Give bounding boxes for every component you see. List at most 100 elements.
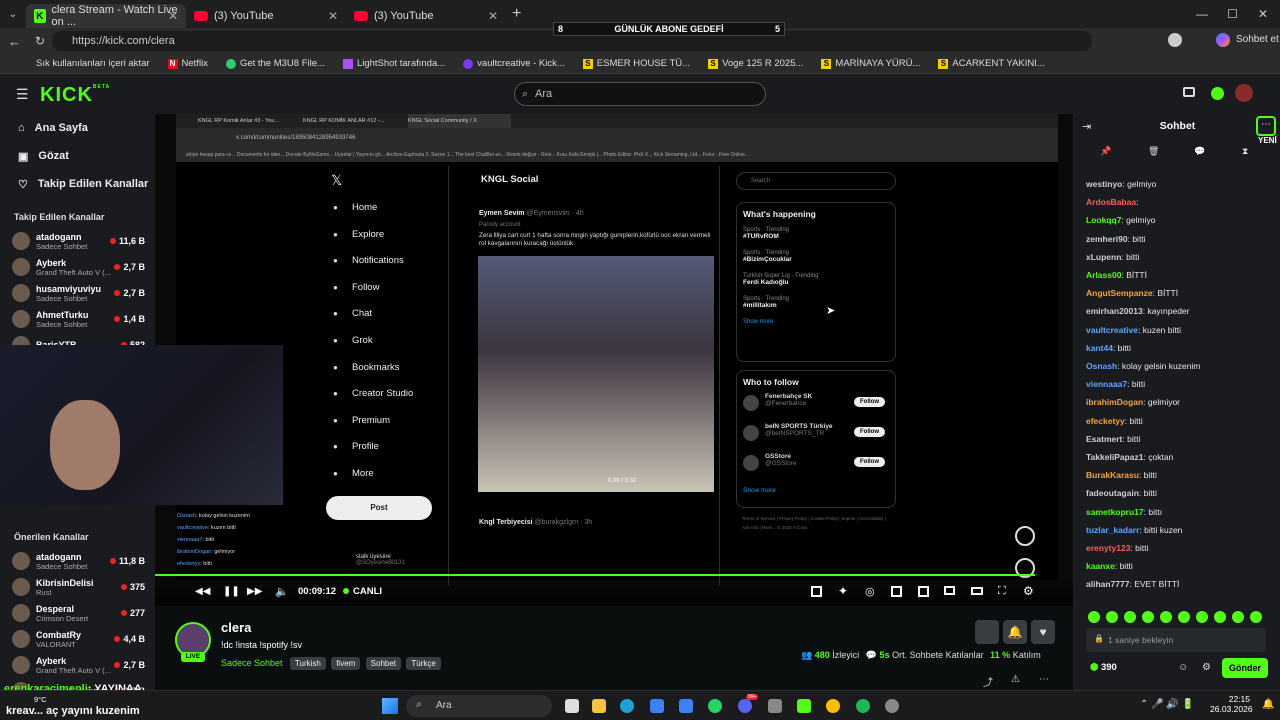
emote-icon[interactable] bbox=[1250, 611, 1262, 623]
clip-icon[interactable] bbox=[1183, 87, 1195, 97]
chat-username[interactable]: vaultcreative bbox=[1086, 325, 1138, 335]
minimize-icon[interactable]: — bbox=[1196, 7, 1208, 21]
whatsapp-icon[interactable] bbox=[708, 699, 722, 713]
chat-username[interactable]: ibrahimDogan bbox=[1086, 397, 1143, 407]
bookmark-acarkent[interactable]: S ACARKENT YAKINI... bbox=[938, 58, 1045, 69]
settings-icon[interactable]: ⚙ bbox=[1023, 584, 1034, 598]
channel-item[interactable]: Ayberk Grand Theft Auto V (... 2,7 B bbox=[0, 652, 155, 678]
channel-item[interactable]: atadogann Sadece Sohbet 11,6 B bbox=[0, 228, 155, 254]
chat-username[interactable]: tuzlar_kadarr bbox=[1086, 525, 1139, 535]
close-icon[interactable]: ✕ bbox=[168, 9, 178, 23]
chat-username[interactable]: BurakKarasu bbox=[1086, 470, 1139, 480]
trash-icon[interactable]: 🗑 bbox=[1148, 146, 1159, 157]
mail-icon[interactable] bbox=[679, 699, 693, 713]
layout-icon[interactable] bbox=[891, 586, 902, 597]
edge-icon[interactable] bbox=[620, 699, 634, 713]
channel-item[interactable]: Desperal Crimson Desert 277 bbox=[0, 600, 155, 626]
channel-item[interactable]: husamviyuviyu Sadece Sohbet 2,7 B bbox=[0, 280, 155, 306]
bookmark-lightshot[interactable]: LightShot tarafında... bbox=[342, 58, 445, 69]
settings-app-icon[interactable] bbox=[885, 699, 899, 713]
bookmark-m3u8[interactable]: Get the M3U8 File... bbox=[225, 58, 325, 69]
hourglass-icon[interactable]: ⧗ bbox=[1242, 146, 1248, 157]
channel-item[interactable]: CombatRy VALORANT 4,4 B bbox=[0, 626, 155, 652]
task-view-icon[interactable] bbox=[565, 699, 579, 713]
share-button[interactable] bbox=[975, 620, 999, 644]
tag-turkish[interactable]: Turkish bbox=[289, 657, 326, 670]
emote-icon[interactable] bbox=[1196, 611, 1208, 623]
kick-logo[interactable]: KICKBETA bbox=[40, 84, 110, 107]
emote-icon[interactable] bbox=[1232, 611, 1244, 623]
chat-username[interactable]: xLupenn bbox=[1086, 252, 1121, 262]
chat-username[interactable]: Lookqq7 bbox=[1086, 215, 1121, 225]
chat-username[interactable]: alihan7777 bbox=[1086, 579, 1129, 589]
chrome-icon[interactable] bbox=[826, 699, 840, 713]
video-player[interactable]: KNGL RP Komik Anlar #3 - You... KNGL RP … bbox=[155, 114, 1073, 606]
fullscreen-icon[interactable]: ⛶ bbox=[998, 585, 1006, 598]
chat-username[interactable]: Arlass00 bbox=[1086, 270, 1121, 280]
notifications-icon[interactable]: 🔔 bbox=[1262, 699, 1274, 710]
pause-icon[interactable]: ❚❚ bbox=[223, 586, 240, 597]
kick-search-input[interactable]: ⌕ Ara bbox=[514, 82, 766, 106]
browser-tab-kick[interactable]: Kclera Stream - Watch Live on ... ✕ bbox=[26, 4, 186, 28]
maximize-icon[interactable]: ☐ bbox=[1227, 7, 1238, 21]
spotify-icon[interactable] bbox=[856, 699, 870, 713]
channel-item[interactable]: KibrisinDelisi Rust 375 bbox=[0, 574, 155, 600]
back-icon[interactable]: ← bbox=[8, 34, 21, 49]
chat-username[interactable]: zemheri90 bbox=[1086, 234, 1128, 244]
chat-username[interactable]: AngutSempanze bbox=[1086, 288, 1153, 298]
refresh-icon[interactable]: ↻ bbox=[35, 34, 45, 48]
chat-input[interactable]: 🔒 1 saniye bekleyin bbox=[1086, 628, 1266, 652]
follow-heart-button[interactable]: ♥ bbox=[1031, 620, 1055, 644]
chat-username[interactable]: westinyo bbox=[1086, 179, 1122, 189]
theater-icon[interactable] bbox=[971, 587, 983, 595]
points-display[interactable]: ⬢ 390 bbox=[1090, 662, 1117, 673]
tag-sohbet[interactable]: Sohbet bbox=[365, 657, 402, 670]
chat-username[interactable]: TakkeliPapaz1 bbox=[1086, 452, 1144, 462]
nav-browse[interactable]: ▣ Gözat bbox=[0, 142, 155, 170]
chat-username[interactable]: Esatmert bbox=[1086, 434, 1122, 444]
forward-icon[interactable]: ▶▶ bbox=[247, 586, 262, 597]
cast-icon[interactable] bbox=[944, 586, 955, 595]
rewind-icon[interactable]: ◀◀ bbox=[195, 586, 210, 597]
volume-icon[interactable]: 🔈 bbox=[275, 585, 289, 598]
browser-tab-youtube-2[interactable]: (3) YouTube ✕ bbox=[346, 4, 506, 28]
menu-icon[interactable]: ☰ bbox=[16, 86, 29, 103]
emote-icon[interactable] bbox=[1142, 611, 1154, 623]
chat-username[interactable]: emirhan20013 bbox=[1086, 306, 1143, 316]
bookmark-marina[interactable]: S MARİNAYA YÜRÜ... bbox=[821, 58, 920, 69]
stream-category[interactable]: Sadece Sohbet bbox=[221, 658, 283, 668]
chat-username[interactable]: efecketyy bbox=[1086, 416, 1125, 426]
progress-bar[interactable] bbox=[155, 574, 1036, 576]
emoji-picker-icon[interactable]: ☺ bbox=[1178, 662, 1188, 673]
chat-username[interactable]: kant44 bbox=[1086, 343, 1113, 353]
emote-icon[interactable] bbox=[1124, 611, 1136, 623]
emote-icon[interactable] bbox=[1160, 611, 1172, 623]
close-icon[interactable]: ✕ bbox=[488, 9, 498, 23]
chat-username[interactable]: sametkopru17 bbox=[1086, 507, 1144, 517]
tag-fivem[interactable]: fivem bbox=[331, 657, 361, 670]
chat-username[interactable]: kaanxe bbox=[1086, 561, 1115, 571]
chat-username[interactable]: viennaaa7 bbox=[1086, 379, 1127, 389]
file-explorer-icon[interactable] bbox=[592, 699, 606, 713]
channel-item[interactable]: Ayberk Grand Theft Auto V (... 2,7 B bbox=[0, 254, 155, 280]
bookmark-vaultcreative[interactable]: vaultcreative - Kick... bbox=[463, 58, 565, 69]
bookmark-voge[interactable]: S Voge 125 R 2025... bbox=[708, 58, 803, 69]
bookmark-esmer[interactable]: S ESMER HOUSE TÜ... bbox=[582, 58, 690, 69]
kick-app-icon[interactable] bbox=[797, 699, 811, 713]
more-options-icon[interactable]: ⋯ bbox=[1039, 674, 1049, 685]
pin-icon[interactable]: 📌 bbox=[1100, 146, 1111, 157]
copilot-label[interactable]: Sohbet et bbox=[1236, 34, 1279, 45]
chat-username[interactable]: fadeoutagain bbox=[1086, 488, 1139, 498]
bookmark-import[interactable]: Sık kullanılanları içeri aktar bbox=[36, 58, 150, 69]
clock[interactable]: 22:15 26.03.2026 bbox=[1210, 694, 1253, 714]
taskbar-search[interactable]: ⌕ Ara bbox=[406, 695, 552, 717]
window-close-icon[interactable]: ✕ bbox=[1258, 7, 1268, 21]
channel-item[interactable]: AhmetTurku Sadece Sohbet 1,4 B bbox=[0, 306, 155, 332]
notify-bell-button[interactable]: 🔔 bbox=[1003, 620, 1027, 644]
bookmark-netflix[interactable]: N Netflix bbox=[167, 58, 208, 69]
kick-coin-icon[interactable] bbox=[1211, 87, 1224, 100]
new-tab-icon[interactable]: + bbox=[512, 5, 521, 23]
emote-icon[interactable] bbox=[1088, 611, 1100, 623]
emote-icon[interactable] bbox=[1178, 611, 1190, 623]
chat-username[interactable]: erenyty123 bbox=[1086, 543, 1130, 553]
